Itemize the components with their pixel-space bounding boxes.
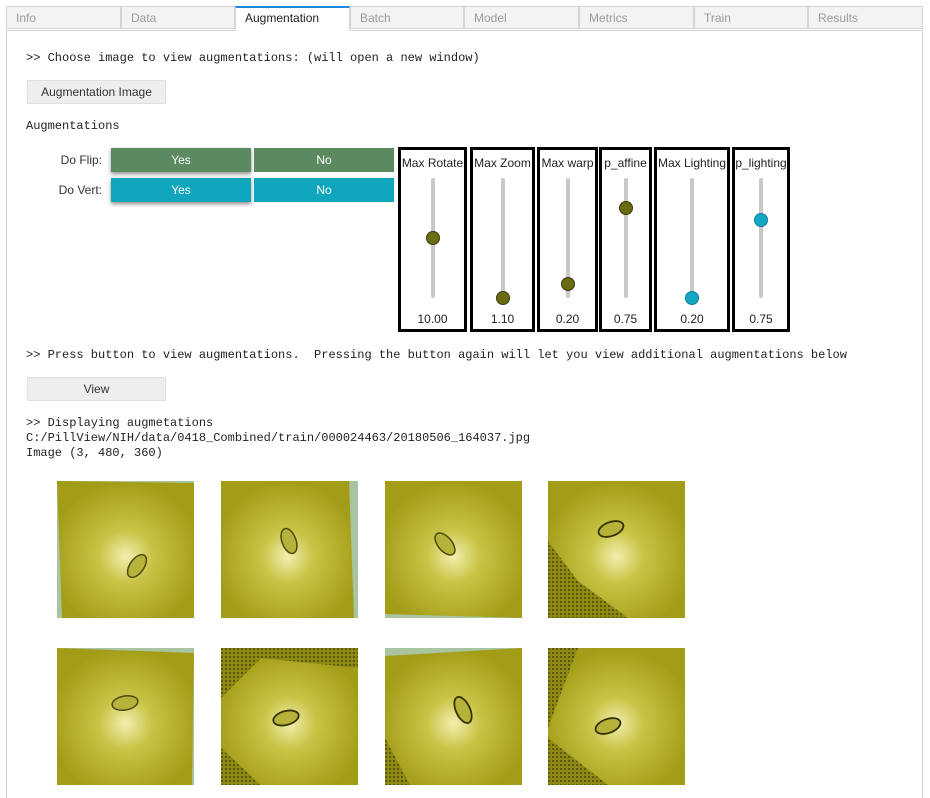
do-vert-label: Do Vert: xyxy=(58,183,102,197)
max-warp-slider: Max warp 0.20 xyxy=(537,147,598,332)
tab-results[interactable]: Results xyxy=(808,6,923,29)
p-affine-handle[interactable] xyxy=(619,201,633,215)
augmented-image xyxy=(548,648,685,785)
augmented-image xyxy=(385,481,522,618)
tab-metrics[interactable]: Metrics xyxy=(579,6,694,29)
press-view-instruction: >> Press button to view augmentations. P… xyxy=(26,348,847,362)
max-warp-label: Max warp xyxy=(541,156,594,170)
tab-batch[interactable]: Batch xyxy=(350,6,464,29)
augmented-image xyxy=(57,481,194,618)
tab-bar: Info Data Augmentation Batch Model Metri… xyxy=(6,6,923,31)
do-vert-yes-button[interactable]: Yes xyxy=(111,178,251,202)
p-affine-slider: p_affine 0.75 xyxy=(599,147,652,332)
augmented-image xyxy=(221,481,358,618)
p-lighting-slider: p_lighting 0.75 xyxy=(732,147,790,332)
do-flip-yes-button[interactable]: Yes xyxy=(111,148,251,172)
p-lighting-handle[interactable] xyxy=(754,213,768,227)
do-flip-label: Do Flip: xyxy=(60,153,102,167)
augmented-image xyxy=(221,648,358,785)
max-zoom-handle[interactable] xyxy=(496,291,510,305)
view-button[interactable]: View xyxy=(27,377,166,401)
augmented-image xyxy=(57,648,194,785)
max-zoom-slider: Max Zoom 1.10 xyxy=(470,147,535,332)
max-lighting-handle[interactable] xyxy=(685,291,699,305)
max-lighting-track[interactable] xyxy=(690,178,694,298)
do-vert-no-button[interactable]: No xyxy=(254,178,394,202)
max-zoom-value: 1.10 xyxy=(490,312,515,326)
augmented-image xyxy=(548,481,685,618)
p-lighting-label: p_lighting xyxy=(735,156,787,170)
tab-train[interactable]: Train xyxy=(694,6,808,29)
tab-model[interactable]: Model xyxy=(464,6,579,29)
max-warp-value: 0.20 xyxy=(555,312,580,326)
max-zoom-label: Max Zoom xyxy=(474,156,531,170)
image-path: C:/PillView/NIH/data/0418_Combined/train… xyxy=(26,431,531,445)
max-rotate-label: Max Rotate xyxy=(401,156,464,170)
max-rotate-slider: Max Rotate 10.00 xyxy=(398,147,467,332)
max-warp-handle[interactable] xyxy=(561,276,575,291)
max-lighting-slider: Max Lighting 0.20 xyxy=(654,147,730,332)
do-flip-no-button[interactable]: No xyxy=(254,148,394,172)
p-affine-label: p_affine xyxy=(604,156,647,170)
image-shape: Image (3, 480, 360) xyxy=(26,446,163,460)
max-zoom-track[interactable] xyxy=(501,178,505,298)
p-lighting-track[interactable] xyxy=(759,178,763,298)
max-rotate-value: 10.00 xyxy=(417,312,448,326)
p-affine-track[interactable] xyxy=(624,178,628,298)
max-lighting-label: Max Lighting xyxy=(657,156,727,170)
p-lighting-value: 0.75 xyxy=(749,312,773,326)
displaying-heading: >> Displaying augmetations xyxy=(26,416,214,430)
augmentations-heading: Augmentations xyxy=(26,119,120,133)
augmented-image xyxy=(385,648,522,785)
choose-image-instruction: >> Choose image to view augmentations: (… xyxy=(26,51,480,65)
tab-info[interactable]: Info xyxy=(6,6,121,29)
max-lighting-value: 0.20 xyxy=(680,312,704,326)
p-affine-value: 0.75 xyxy=(613,312,638,326)
tab-augmentation[interactable]: Augmentation xyxy=(235,6,350,31)
tab-data[interactable]: Data xyxy=(121,6,235,29)
augmentation-image-button[interactable]: Augmentation Image xyxy=(27,80,166,104)
max-rotate-handle[interactable] xyxy=(426,231,440,245)
